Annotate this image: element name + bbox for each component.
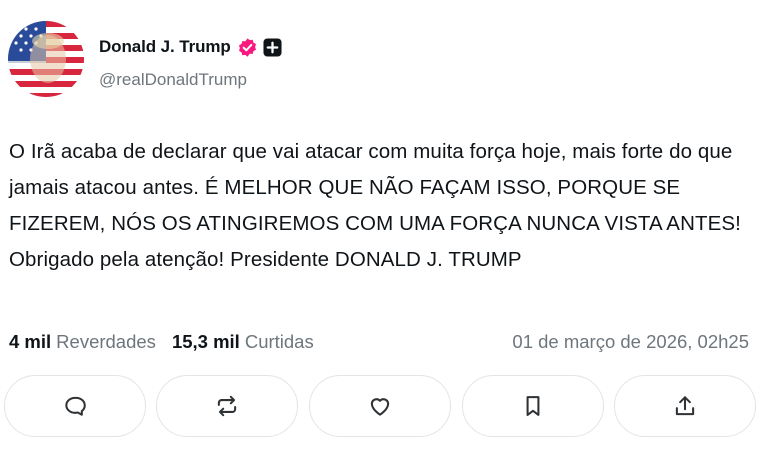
comment-icon <box>62 393 88 419</box>
reply-button[interactable] <box>4 375 146 437</box>
post-text: O Irã acaba de declarar que vai atacar c… <box>9 140 741 271</box>
share-icon <box>672 393 698 419</box>
bookmark-icon <box>520 393 546 419</box>
author-name-row: Donald J. Trump <box>99 34 282 60</box>
post-stats: 4 mil Reverdades 15,3 mil Curtidas 01 de… <box>9 329 767 355</box>
like-button[interactable] <box>309 375 451 437</box>
verified-badge-icon[interactable] <box>237 37 258 58</box>
author-handle[interactable]: @realDonaldTrump <box>99 70 247 90</box>
reposts-count[interactable]: 4 mil <box>9 331 51 353</box>
likes-label[interactable]: Curtidas <box>245 331 314 353</box>
flag-portrait-avatar <box>8 21 84 97</box>
repost-button[interactable] <box>156 375 298 437</box>
action-bar <box>4 375 774 437</box>
repost-icon <box>214 393 240 419</box>
post-card: Donald J. Trump @realDonaldTrump O Irã a… <box>0 0 774 449</box>
post-timestamp: 01 de março de 2026, 02h25 <box>512 331 749 352</box>
plus-badge-icon <box>263 37 282 57</box>
author-display-name[interactable]: Donald J. Trump <box>99 37 231 57</box>
likes-count[interactable]: 15,3 mil <box>172 331 240 353</box>
share-button[interactable] <box>614 375 756 437</box>
heart-icon <box>367 393 393 419</box>
bookmark-button[interactable] <box>462 375 604 437</box>
reposts-label[interactable]: Reverdades <box>56 331 156 353</box>
avatar[interactable] <box>8 21 84 97</box>
